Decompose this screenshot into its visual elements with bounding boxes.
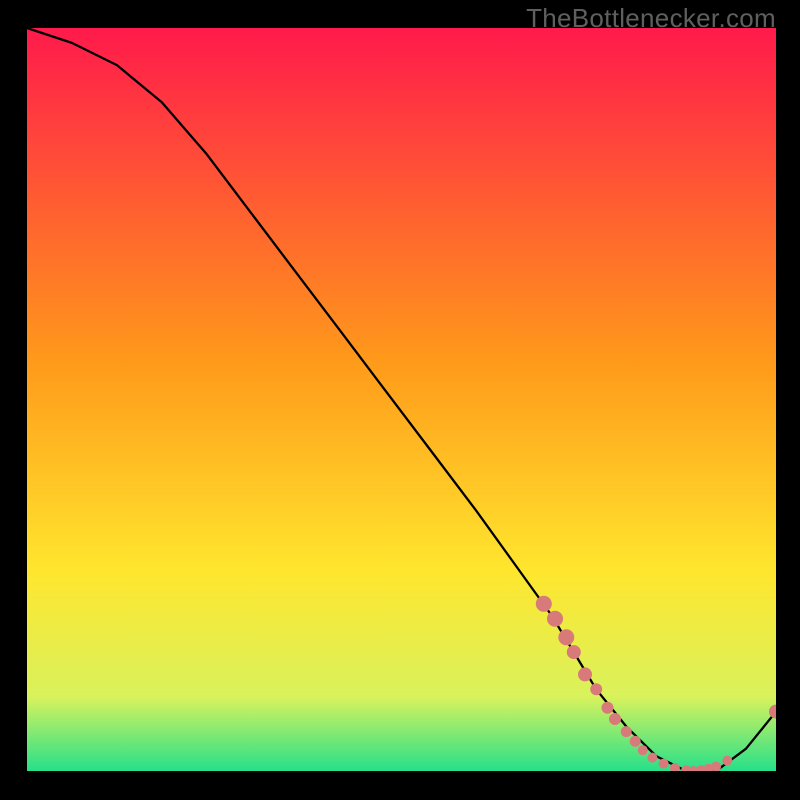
data-marker <box>578 667 592 681</box>
data-marker <box>547 611 563 627</box>
data-marker <box>647 753 657 763</box>
data-marker <box>609 713 621 725</box>
data-marker <box>722 756 732 766</box>
gradient-background <box>27 28 776 771</box>
data-marker <box>602 702 614 714</box>
data-marker <box>558 629 574 645</box>
chart-plot <box>27 28 776 771</box>
chart-stage: TheBottlenecker.com <box>0 0 800 800</box>
data-marker <box>638 745 648 755</box>
data-marker <box>567 645 581 659</box>
data-marker <box>536 596 552 612</box>
data-marker <box>621 726 632 737</box>
data-marker <box>659 759 669 769</box>
data-marker <box>630 736 641 747</box>
data-marker <box>590 683 602 695</box>
